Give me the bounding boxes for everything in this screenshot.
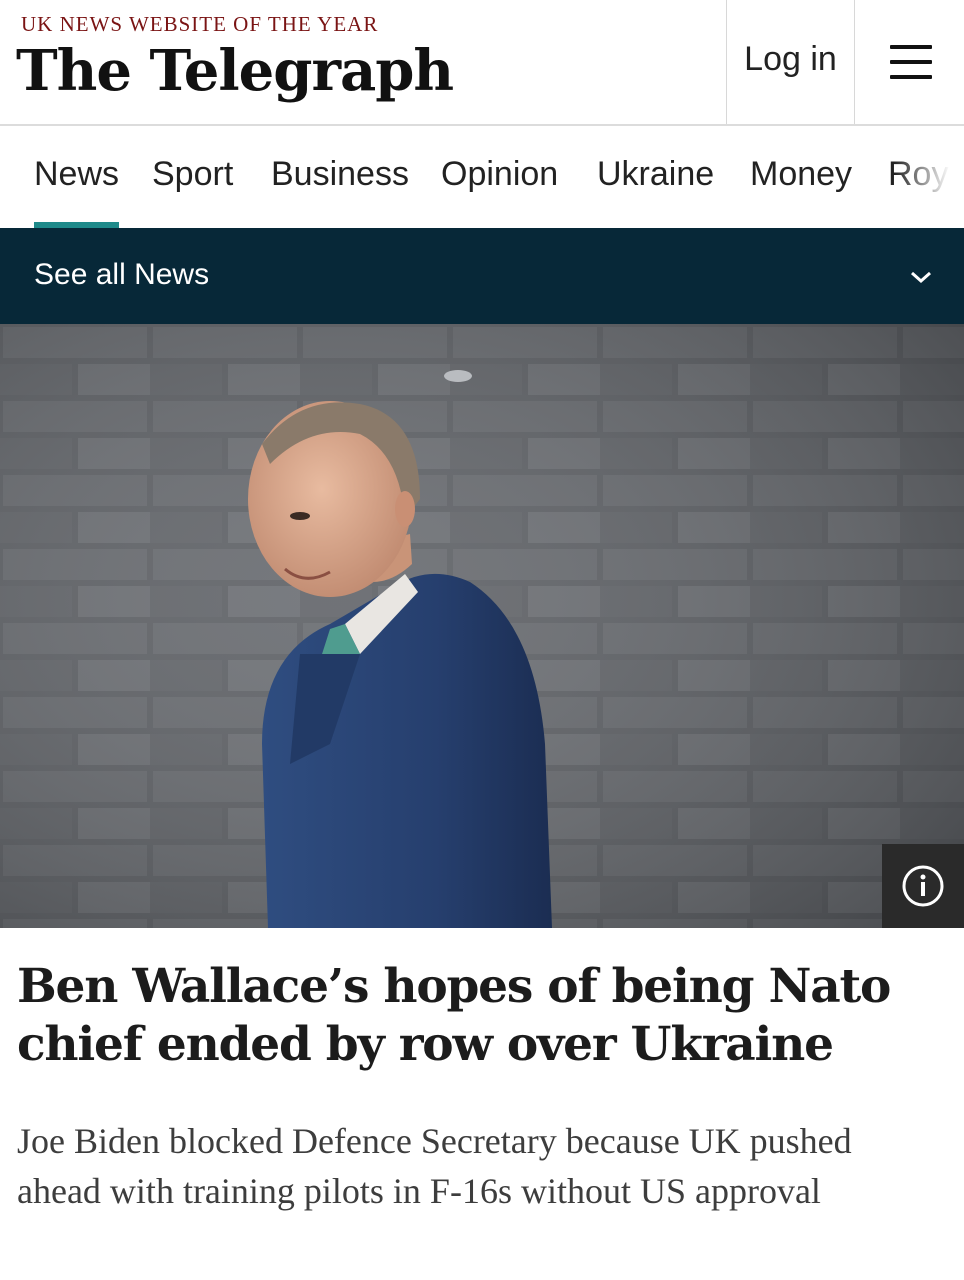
nav-item-business[interactable]: Business bbox=[271, 126, 409, 228]
image-info-button[interactable] bbox=[882, 844, 964, 928]
nav-item-royals[interactable]: Roy bbox=[888, 126, 948, 228]
telegraph-logo[interactable]: The Telegraph bbox=[16, 38, 454, 104]
article-standfirst: Joe Biden blocked Defence Secretary beca… bbox=[17, 1121, 852, 1211]
section-nav: News Sport Business Opinion Ukraine Mone… bbox=[0, 126, 964, 228]
site-header: UK NEWS WEBSITE OF THE YEAR The Telegrap… bbox=[0, 0, 964, 126]
menu-button[interactable] bbox=[856, 0, 964, 124]
see-all-news-label: See all News bbox=[34, 258, 210, 291]
hero-photo bbox=[0, 324, 964, 928]
info-icon bbox=[902, 865, 944, 907]
article-headline[interactable]: Ben Wallace’s hopes of being Nato chief … bbox=[17, 958, 937, 1074]
nav-item-ukraine[interactable]: Ukraine bbox=[597, 126, 714, 228]
nav-item-opinion[interactable]: Opinion bbox=[441, 126, 558, 228]
article-hero-image[interactable] bbox=[0, 324, 964, 928]
see-all-news-dropdown[interactable]: See all News bbox=[0, 228, 964, 324]
nav-item-sport[interactable]: Sport bbox=[152, 126, 233, 228]
nav-item-money[interactable]: Money bbox=[750, 126, 852, 228]
login-button[interactable]: Log in bbox=[726, 0, 855, 124]
site-tagline: UK NEWS WEBSITE OF THE YEAR bbox=[21, 12, 379, 36]
chevron-down-icon bbox=[911, 271, 931, 284]
nav-item-news[interactable]: News bbox=[34, 126, 120, 228]
